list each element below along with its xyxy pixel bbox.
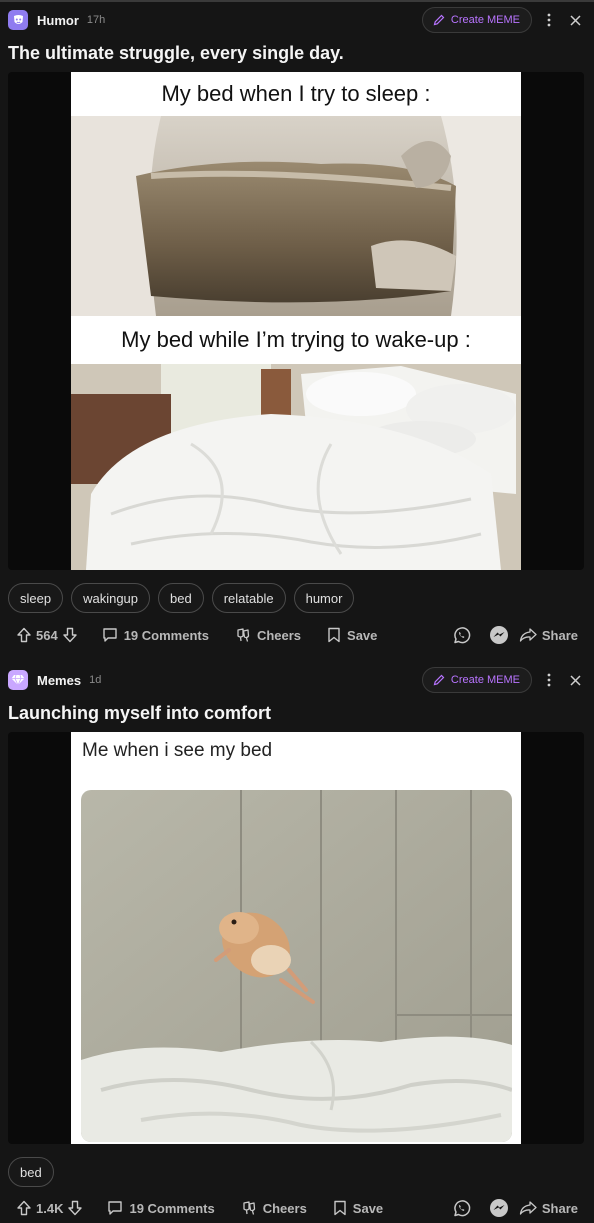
create-meme-button[interactable]: Create MEME	[421, 667, 532, 693]
whatsapp-icon	[454, 1199, 471, 1216]
save-label: Save	[352, 1200, 384, 1216]
downvote-icon[interactable]	[67, 1200, 83, 1216]
messenger-share-button[interactable]	[489, 1198, 509, 1218]
save-button[interactable]: Save	[327, 627, 377, 643]
humor-mask-icon[interactable]	[8, 10, 28, 30]
share-arrow-icon	[519, 1201, 537, 1215]
tag-chip[interactable]: bed	[158, 583, 204, 613]
save-button[interactable]: Save	[333, 1200, 383, 1216]
downvote-icon[interactable]	[62, 627, 78, 643]
cave-photo	[71, 116, 521, 316]
upvote-icon[interactable]	[16, 627, 32, 643]
share-arrow-icon	[519, 628, 537, 642]
comment-icon	[108, 1201, 123, 1215]
post-media[interactable]: Me when i see my bed	[8, 732, 584, 1144]
cheers-icon	[237, 628, 250, 642]
create-meme-button[interactable]: Create MEME	[421, 7, 532, 33]
vote-group: 564	[16, 627, 78, 643]
category-name[interactable]: Humor	[37, 13, 79, 28]
comments-label: 19 Comments	[129, 1200, 215, 1216]
diamond-icon[interactable]	[8, 670, 28, 690]
tag-list: sleep wakingup bed relatable humor	[8, 583, 355, 613]
meme-caption: My bed when I try to sleep :	[161, 81, 431, 106]
save-label: Save	[347, 627, 378, 643]
meme-image[interactable]: My bed when I try to sleep : My bed whil…	[71, 72, 521, 570]
comments-label: 19 Comments	[123, 627, 209, 643]
cheers-icon	[243, 1201, 255, 1215]
whatsapp-share-button[interactable]	[452, 1199, 471, 1218]
category-name[interactable]: Memes	[37, 673, 81, 688]
share-label: Share	[541, 627, 578, 643]
share-label: Share	[541, 1200, 578, 1216]
post-title[interactable]: The ultimate struggle, every single day.	[8, 43, 344, 64]
post-title[interactable]: Launching myself into comfort	[8, 703, 271, 724]
cheers-button[interactable]: Cheers	[241, 1200, 307, 1216]
meme-image[interactable]: Me when i see my bed	[71, 732, 521, 1144]
post-time: 1d	[89, 674, 102, 686]
cheers-label: Cheers	[262, 1200, 307, 1216]
messenger-icon	[489, 1199, 508, 1217]
upvote-icon[interactable]	[16, 1200, 32, 1216]
tag-chip[interactable]: sleep	[8, 583, 64, 613]
whatsapp-share-button[interactable]	[452, 626, 471, 645]
meme-caption: My bed while I’m trying to wake-up :	[121, 327, 471, 352]
tag-chip[interactable]: wakingup	[71, 583, 151, 613]
create-meme-label: Create MEME	[450, 14, 520, 26]
comment-icon	[103, 628, 117, 642]
hamster-photo	[81, 790, 512, 1142]
tag-chip[interactable]: relatable	[211, 583, 286, 613]
vote-group: 1.4K	[16, 1200, 83, 1216]
vote-count: 1.4K	[36, 1200, 64, 1216]
comments-button[interactable]: 19 Comments	[102, 627, 209, 643]
post-media[interactable]: My bed when I try to sleep : My bed whil…	[8, 72, 584, 570]
post-header: Memes 1d Create MEME	[8, 667, 586, 693]
meme-caption: Me when i see my bed	[82, 740, 273, 761]
share-button[interactable]: Share	[519, 627, 578, 643]
bookmark-icon	[328, 627, 340, 643]
bed-photo	[71, 364, 521, 570]
share-button[interactable]: Share	[519, 1200, 578, 1216]
action-bar: 564 19 Comments Cheers Save Share	[16, 624, 578, 646]
tag-chip[interactable]: bed	[8, 1157, 54, 1187]
close-icon[interactable]	[564, 9, 586, 31]
comments-button[interactable]: 19 Comments	[107, 1200, 215, 1216]
top-divider	[0, 0, 594, 2]
vote-count: 564	[36, 627, 58, 643]
post-time: 17h	[86, 14, 106, 26]
tag-list: bed	[8, 1157, 54, 1187]
pencil-icon	[433, 14, 445, 26]
more-vertical-icon[interactable]	[538, 669, 560, 691]
whatsapp-icon	[454, 626, 471, 643]
tag-chip[interactable]: humor	[293, 583, 355, 613]
bookmark-icon	[334, 1200, 346, 1216]
cheers-button[interactable]: Cheers	[235, 627, 301, 643]
messenger-share-button[interactable]	[489, 625, 509, 645]
pencil-icon	[433, 674, 445, 686]
create-meme-label: Create MEME	[450, 674, 520, 686]
messenger-icon	[489, 626, 508, 644]
more-vertical-icon[interactable]	[538, 9, 560, 31]
close-icon[interactable]	[564, 669, 586, 691]
post-header: Humor 17h Create MEME	[8, 7, 586, 33]
action-bar: 1.4K 19 Comments Cheers Save Share	[16, 1197, 578, 1219]
cheers-label: Cheers	[256, 627, 302, 643]
